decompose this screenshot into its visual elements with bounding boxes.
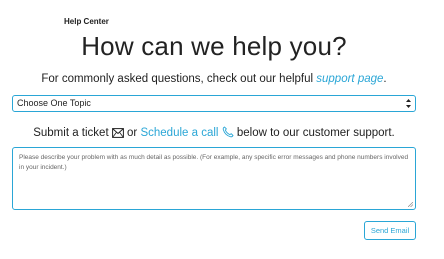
intro-text-before: For commonly asked questions, check out … xyxy=(41,73,317,85)
select-arrows-icon xyxy=(406,99,411,108)
intro-text: For commonly asked questions, check out … xyxy=(0,73,428,85)
topic-select-value: Choose One Topic xyxy=(17,98,91,108)
ticket-text-after: below to our customer support. xyxy=(233,127,395,139)
ticket-text-or: or xyxy=(123,127,141,139)
topic-select[interactable]: Choose One Topic xyxy=(12,95,416,112)
page-title: How can we help you? xyxy=(81,31,347,61)
envelope-icon xyxy=(111,128,124,138)
send-email-button[interactable]: Send Email xyxy=(364,221,416,240)
message-placeholder: Please describe your problem with as muc… xyxy=(19,154,409,171)
message-textarea[interactable]: Please describe your problem with as muc… xyxy=(12,147,416,210)
ticket-text: Submit a ticket or Schedule a call below… xyxy=(0,126,428,139)
help-center-label: Help Center xyxy=(64,17,109,26)
schedule-call-link[interactable]: Schedule a call xyxy=(140,127,218,139)
phone-icon xyxy=(222,126,234,138)
resize-grip-icon[interactable] xyxy=(408,202,413,207)
intro-text-after: . xyxy=(383,73,387,85)
ticket-text-before: Submit a ticket xyxy=(33,127,109,139)
support-page-link[interactable]: support page xyxy=(316,73,383,85)
